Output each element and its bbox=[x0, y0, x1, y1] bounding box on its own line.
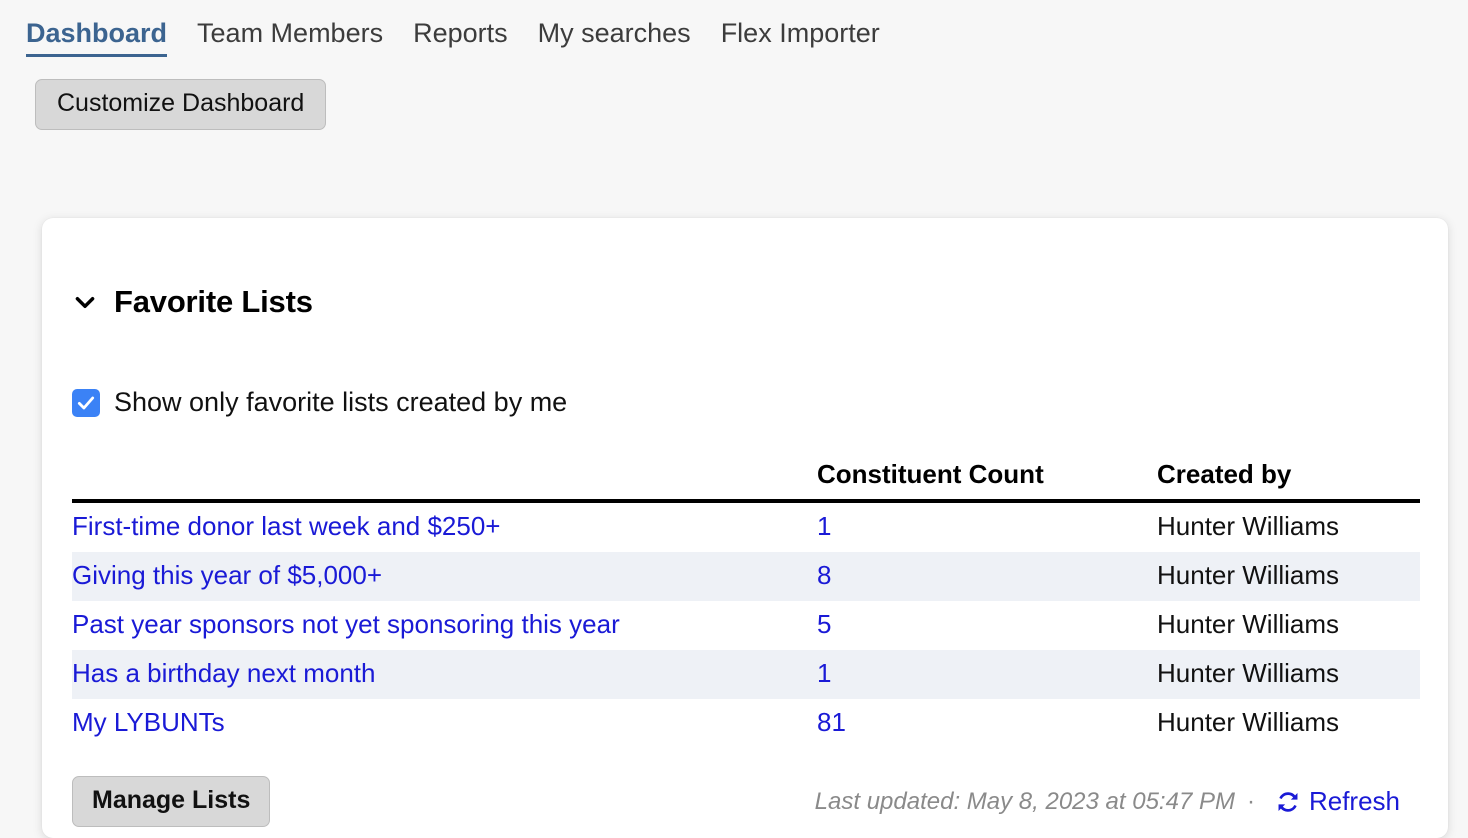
constituent-count-link[interactable]: 8 bbox=[817, 560, 831, 590]
tab-team-members[interactable]: Team Members bbox=[197, 14, 413, 65]
list-name-link[interactable]: Giving this year of $5,000+ bbox=[72, 560, 382, 590]
table-row: My LYBUNTs 81 Hunter Williams bbox=[72, 699, 1420, 748]
table-header-row: Constituent Count Created by bbox=[72, 459, 1420, 504]
favorite-lists-table: Constituent Count Created by First-time … bbox=[72, 459, 1420, 748]
separator-dot: · bbox=[1246, 787, 1255, 815]
table-row: First-time donor last week and $250+ 1 H… bbox=[72, 501, 1420, 552]
list-name-cell: Past year sponsors not yet sponsoring th… bbox=[72, 601, 817, 650]
list-name-cell: My LYBUNTs bbox=[72, 699, 817, 748]
list-name-cell: Has a birthday next month bbox=[72, 650, 817, 699]
refresh-icon bbox=[1275, 789, 1301, 815]
show-only-my-lists-checkbox[interactable] bbox=[72, 388, 100, 417]
favorite-lists-card: Favorite Lists Show only favorite lists … bbox=[42, 218, 1448, 838]
list-name-link[interactable]: My LYBUNTs bbox=[72, 707, 225, 737]
constituent-count-link[interactable]: 81 bbox=[817, 707, 846, 737]
constituent-count-cell: 1 bbox=[817, 501, 1157, 552]
constituent-count-cell: 5 bbox=[817, 601, 1157, 650]
column-header-constituent-count: Constituent Count bbox=[817, 459, 1157, 504]
constituent-count-cell: 81 bbox=[817, 699, 1157, 748]
tab-flex-importer-label: Flex Importer bbox=[720, 18, 880, 48]
column-header-name bbox=[72, 459, 817, 504]
table-row: Past year sponsors not yet sponsoring th… bbox=[72, 601, 1420, 650]
favorite-lists-header: Favorite Lists bbox=[42, 258, 1448, 345]
created-by-cell: Hunter Williams bbox=[1157, 658, 1340, 689]
tab-my-searches[interactable]: My searches bbox=[538, 14, 721, 65]
created-by-cell: Hunter Williams bbox=[1157, 560, 1340, 591]
column-header-created-by: Created by bbox=[1157, 459, 1420, 504]
constituent-count-link[interactable]: 1 bbox=[817, 511, 831, 541]
tab-reports[interactable]: Reports bbox=[413, 14, 538, 65]
refresh-label: Refresh bbox=[1308, 786, 1400, 817]
created-by-cell: Hunter Williams bbox=[1157, 609, 1340, 640]
primary-nav: Dashboard Team Members Reports My search… bbox=[0, 0, 1468, 65]
created-by-cell: Hunter Williams bbox=[1157, 707, 1340, 738]
constituent-count-link[interactable]: 5 bbox=[817, 609, 831, 639]
dashboard-toolbar: Customize Dashboard bbox=[0, 65, 1468, 130]
footer-status-group: Last updated: May 8, 2023 at 05:47 PM · … bbox=[815, 786, 1400, 817]
list-name-link[interactable]: First-time donor last week and $250+ bbox=[72, 511, 501, 541]
constituent-count-link[interactable]: 1 bbox=[817, 658, 831, 688]
list-name-cell: First-time donor last week and $250+ bbox=[72, 501, 817, 552]
tab-flex-importer[interactable]: Flex Importer bbox=[721, 14, 910, 65]
favorites-filter-row: Show only favorite lists created by me bbox=[42, 387, 1448, 418]
chevron-down-icon[interactable] bbox=[72, 289, 98, 315]
favorite-lists-table-wrap: Constituent Count Created by First-time … bbox=[72, 459, 1420, 748]
favorite-lists-footer: Manage Lists Last updated: May 8, 2023 a… bbox=[42, 776, 1448, 828]
show-only-my-lists-label: Show only favorite lists created by me bbox=[114, 387, 568, 418]
constituent-count-cell: 8 bbox=[817, 552, 1157, 601]
tab-reports-label: Reports bbox=[413, 18, 508, 48]
refresh-link[interactable]: Refresh bbox=[1275, 786, 1400, 817]
constituent-count-cell: 1 bbox=[817, 650, 1157, 699]
table-row: Giving this year of $5,000+ 8 Hunter Wil… bbox=[72, 552, 1420, 602]
tab-my-searches-label: My searches bbox=[537, 18, 691, 48]
customize-dashboard-button[interactable]: Customize Dashboard bbox=[35, 79, 327, 130]
tab-dashboard-label: Dashboard bbox=[26, 18, 168, 48]
last-updated-text: Last updated: May 8, 2023 at 05:47 PM bbox=[814, 787, 1235, 815]
page-title: Favorite Lists bbox=[114, 283, 313, 319]
list-name-link[interactable]: Past year sponsors not yet sponsoring th… bbox=[72, 609, 620, 639]
tab-team-members-label: Team Members bbox=[197, 18, 384, 48]
table-row: Has a birthday next month 1 Hunter Willi… bbox=[72, 650, 1420, 700]
table-head: Constituent Count Created by bbox=[72, 459, 1420, 504]
list-name-cell: Giving this year of $5,000+ bbox=[72, 552, 817, 601]
created-by-cell: Hunter Williams bbox=[1157, 511, 1340, 542]
manage-lists-button[interactable]: Manage Lists bbox=[72, 776, 271, 828]
table-body: First-time donor last week and $250+ 1 H… bbox=[72, 501, 1420, 748]
tab-dashboard[interactable]: Dashboard bbox=[26, 14, 197, 65]
list-name-link[interactable]: Has a birthday next month bbox=[72, 658, 376, 688]
